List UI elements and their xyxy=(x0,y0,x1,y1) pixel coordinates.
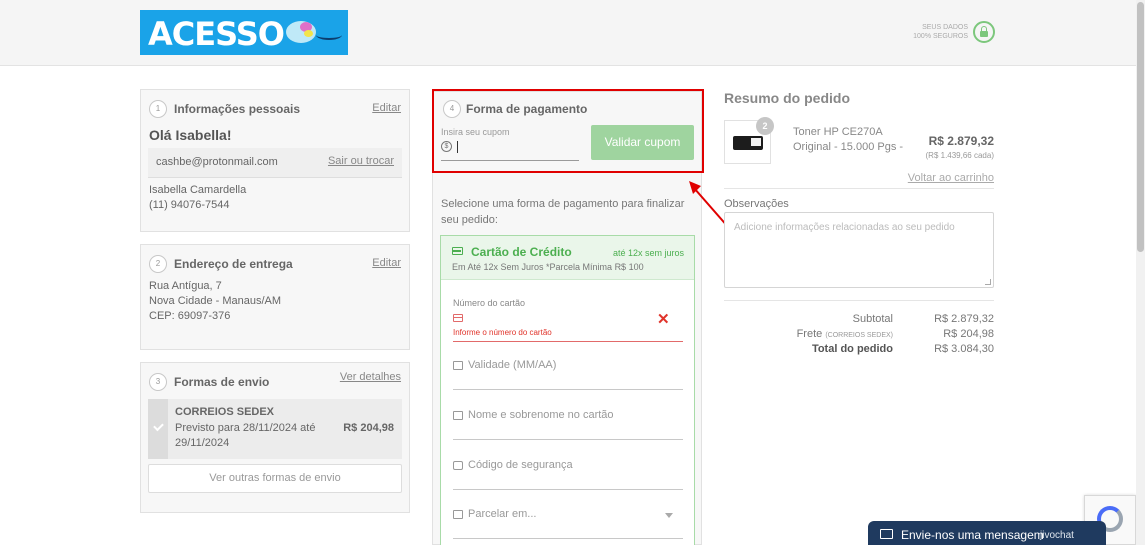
other-shipping-button[interactable]: Ver outras formas de envio xyxy=(148,464,402,493)
freight-carrier: (CORREIOS SEDEX) xyxy=(825,332,893,339)
card-icon xyxy=(453,411,463,420)
secure-text: SEUS DADOS 100% SEGUROS xyxy=(900,23,968,41)
divider xyxy=(724,300,994,301)
subtotal-label: Subtotal xyxy=(852,313,893,325)
freight-value: R$ 204,98 xyxy=(943,328,994,340)
highlight-box xyxy=(432,89,704,173)
personal-info-box: 1 Informações pessoais Editar Olá Isabel… xyxy=(140,89,410,232)
card-error-icon xyxy=(453,314,463,322)
lock-icon xyxy=(973,21,995,43)
address-zip: CEP: 69097-376 xyxy=(149,310,231,322)
user-email: cashbe@protonmail.com xyxy=(156,156,278,168)
security-code-field[interactable]: Código de segurança xyxy=(453,456,683,490)
greeting: Olá Isabella! xyxy=(149,127,232,143)
secure-line-2: 100% SEGUROS xyxy=(913,33,968,40)
shipping-carrier: CORREIOS SEDEX xyxy=(175,406,275,418)
logout-link[interactable]: Sair ou trocar xyxy=(328,155,394,167)
selected-shipping-option[interactable]: CORREIOS SEDEX Previsto para 28/11/2024 … xyxy=(148,399,402,459)
email-row: cashbe@protonmail.com Sair ou trocar xyxy=(148,148,402,178)
product-name: Toner HP CE270A Original - 15.000 Pgs - xyxy=(793,126,904,153)
box-title: Informações pessoais xyxy=(174,102,301,116)
chat-widget[interactable]: Envie-nos uma mensagem jivochat xyxy=(868,521,1106,545)
back-to-cart-link[interactable]: Voltar ao carrinho xyxy=(908,172,994,184)
acesso-logo[interactable]: ACESSO xyxy=(140,10,348,55)
total-value: R$ 3.084,30 xyxy=(934,343,994,355)
credit-card-icon xyxy=(452,247,463,255)
secure-badge: SEUS DADOS 100% SEGUROS xyxy=(900,21,996,47)
card-number-error: Informe o número do cartão xyxy=(453,328,552,337)
user-name: Isabella Camardella xyxy=(149,184,247,196)
shipping-price: R$ 204,98 xyxy=(343,422,394,434)
observations-textarea[interactable]: Adicione informações relacionadas ao seu… xyxy=(724,212,994,288)
calendar-icon xyxy=(453,361,463,370)
chat-label: Envie-nos uma mensagem xyxy=(901,528,1044,542)
cardholder-name-field[interactable]: Nome e sobrenome no cartão xyxy=(453,406,683,440)
product-unit-price: (R$ 1.439,66 cada) xyxy=(925,151,995,160)
user-phone: (11) 94076-7544 xyxy=(149,199,230,211)
secure-line-1: SEUS DADOS xyxy=(922,24,968,31)
address-line: Nova Cidade - Manaus/AM xyxy=(149,295,282,307)
credit-card-title: Cartão de Crédito xyxy=(471,245,572,259)
security-code-placeholder: Código de segurança xyxy=(468,459,573,471)
installments-select[interactable]: Parcelar em... xyxy=(453,505,683,539)
resize-handle[interactable] xyxy=(985,279,991,285)
credit-card-panel: Cartão de Crédito até 12x sem juros Em A… xyxy=(440,235,695,545)
address-line: Rua Antígua, 7 xyxy=(149,280,222,292)
cardholder-placeholder: Nome e sobrenome no cartão xyxy=(468,409,614,421)
validity-placeholder: Validade (MM/AA) xyxy=(468,359,557,371)
step-number: 1 xyxy=(149,100,167,118)
toner-icon xyxy=(733,136,763,150)
credit-card-installments: até 12x sem juros xyxy=(612,248,684,258)
chevron-down-icon xyxy=(665,513,673,518)
page-header: ACESSO SEUS DADOS 100% SEGUROS xyxy=(0,0,1145,66)
shipping-details-link[interactable]: Ver detalhes xyxy=(340,371,401,383)
step-number: 3 xyxy=(149,373,167,391)
scrollbar-thumb[interactable] xyxy=(1137,2,1144,252)
validity-field[interactable]: Validade (MM/AA) xyxy=(453,356,683,390)
product-price: R$ 2.879,32 xyxy=(928,134,994,148)
total-label: Total do pedido xyxy=(811,343,893,355)
freight-label-text: Frete xyxy=(796,328,823,340)
shipping-eta: Previsto para 28/11/2024 até 29/11/2024 xyxy=(175,422,316,449)
payment-instruction: Selecione uma forma de pagamento para fi… xyxy=(441,198,685,226)
divider xyxy=(724,188,994,189)
installments-placeholder: Parcelar em... xyxy=(468,508,537,520)
error-x-icon: ✕ xyxy=(657,311,670,328)
shipping-box: 3 Formas de envio Ver detalhes CORREIOS … xyxy=(140,362,410,513)
edit-address-link[interactable]: Editar xyxy=(372,257,401,269)
observations-placeholder: Adicione informações relacionadas ao seu… xyxy=(734,222,955,233)
step-number: 2 xyxy=(149,255,167,273)
check-icon xyxy=(148,399,168,459)
card-number-label: Número do cartão xyxy=(453,298,526,308)
delivery-address-box: 2 Endereço de entrega Editar Rua Antígua… xyxy=(140,244,410,350)
subtotal-value: R$ 2.879,32 xyxy=(934,313,994,325)
card-number-field[interactable]: Número do cartão ✕ Informe o número do c… xyxy=(453,298,683,342)
installments-icon xyxy=(453,510,463,519)
logo-text: ACESSO xyxy=(148,15,285,53)
chat-brand: jivochat xyxy=(1040,530,1074,541)
message-icon xyxy=(880,529,893,539)
credit-card-header[interactable]: Cartão de Crédito até 12x sem juros Em A… xyxy=(441,236,694,280)
freight-label: Frete (CORREIOS SEDEX) xyxy=(797,328,893,340)
mouse-cable-icon xyxy=(316,30,342,40)
observations-label: Observações xyxy=(724,198,789,210)
order-summary-title: Resumo do pedido xyxy=(724,90,850,106)
edit-personal-link[interactable]: Editar xyxy=(372,102,401,114)
box-title: Formas de envio xyxy=(174,375,270,389)
page-scrollbar[interactable] xyxy=(1136,0,1145,545)
lock-icon xyxy=(453,461,463,470)
box-title: Endereço de entrega xyxy=(174,257,293,271)
mouse-icon xyxy=(286,21,316,43)
credit-card-subtitle: Em Até 12x Sem Juros *Parcela Mínima R$ … xyxy=(452,262,644,272)
product-quantity-badge: 2 xyxy=(756,117,774,135)
